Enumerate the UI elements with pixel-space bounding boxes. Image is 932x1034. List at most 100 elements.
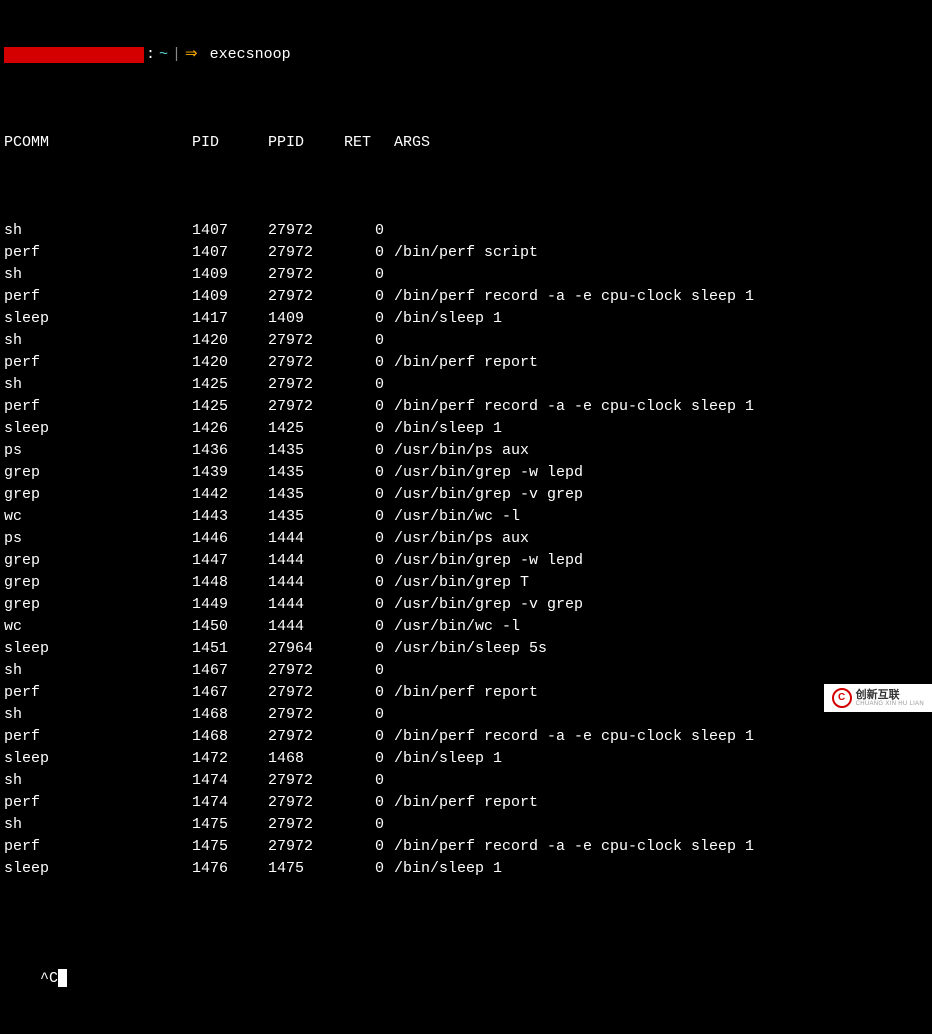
cell-pcomm: sleep	[4, 638, 192, 660]
cell-pid: 1474	[192, 792, 268, 814]
cell-pid: 1425	[192, 396, 268, 418]
cell-args: /bin/perf record -a -e cpu-clock sleep 1	[394, 836, 928, 858]
cell-ret: 0	[344, 440, 394, 462]
cell-pid: 1426	[192, 418, 268, 440]
cell-pid: 1472	[192, 748, 268, 770]
cell-ret: 0	[344, 308, 394, 330]
cell-ppid: 27972	[268, 814, 344, 836]
cell-ret: 0	[344, 220, 394, 242]
cell-pcomm: perf	[4, 242, 192, 264]
table-header: PCOMM PID PPID RET ARGS	[4, 132, 928, 154]
redacted-user-host: xxxxxxxxxxxx	[4, 47, 144, 63]
header-pid: PID	[192, 132, 268, 154]
cell-pid: 1449	[192, 594, 268, 616]
cell-ppid: 1435	[268, 506, 344, 528]
terminal-output[interactable]: xxxxxxxxxxxx : ~ | ⇒ execsnoop PCOMM PID…	[0, 0, 932, 1034]
cell-args	[394, 264, 928, 286]
cell-pcomm: sh	[4, 330, 192, 352]
cell-pid: 1425	[192, 374, 268, 396]
cell-pcomm: sh	[4, 704, 192, 726]
cell-args: /bin/sleep 1	[394, 418, 928, 440]
table-row: wc145014440/usr/bin/wc -l	[4, 616, 928, 638]
cell-ppid: 27972	[268, 836, 344, 858]
table-row: sleep142614250/bin/sleep 1	[4, 418, 928, 440]
cell-pcomm: perf	[4, 352, 192, 374]
prompt-pipe: |	[172, 44, 181, 66]
table-row: sh1407279720	[4, 220, 928, 242]
cell-pid: 1443	[192, 506, 268, 528]
cell-args: /usr/bin/grep -v grep	[394, 484, 928, 506]
cell-ppid: 1425	[268, 418, 344, 440]
cell-args: /bin/perf report	[394, 792, 928, 814]
table-row: sh1468279720	[4, 704, 928, 726]
cell-ret: 0	[344, 638, 394, 660]
table-row: sh1467279720	[4, 660, 928, 682]
cell-pcomm: wc	[4, 616, 192, 638]
cell-args: /usr/bin/grep -w lepd	[394, 462, 928, 484]
cell-ret: 0	[344, 836, 394, 858]
cell-ppid: 27972	[268, 264, 344, 286]
cell-ppid: 1444	[268, 528, 344, 550]
cell-pcomm: wc	[4, 506, 192, 528]
cell-args: /bin/sleep 1	[394, 308, 928, 330]
table-row: sleep1451279640/usr/bin/sleep 5s	[4, 638, 928, 660]
watermark-cn: 创新互联	[856, 690, 924, 701]
watermark: C 创新互联 CHUANG XIN HU LIAN	[824, 684, 932, 712]
cell-pcomm: sh	[4, 264, 192, 286]
cell-pcomm: perf	[4, 836, 192, 858]
cell-pid: 1417	[192, 308, 268, 330]
cell-pcomm: sleep	[4, 308, 192, 330]
cell-ppid: 1475	[268, 858, 344, 880]
cell-pcomm: grep	[4, 550, 192, 572]
cell-ret: 0	[344, 748, 394, 770]
cell-pcomm: perf	[4, 682, 192, 704]
watermark-logo-icon: C	[832, 688, 852, 708]
cell-args: /usr/bin/wc -l	[394, 506, 928, 528]
table-row: grep144814440/usr/bin/grep T	[4, 572, 928, 594]
cell-pid: 1409	[192, 286, 268, 308]
cell-pid: 1475	[192, 836, 268, 858]
table-row: ps144614440/usr/bin/ps aux	[4, 528, 928, 550]
table-row: perf1407279720/bin/perf script	[4, 242, 928, 264]
table-row: perf1467279720/bin/perf report	[4, 682, 928, 704]
cell-pcomm: grep	[4, 572, 192, 594]
table-row: sh1474279720	[4, 770, 928, 792]
cell-ppid: 27972	[268, 220, 344, 242]
cell-pcomm: perf	[4, 396, 192, 418]
cell-args: /usr/bin/grep -v grep	[394, 594, 928, 616]
cell-ppid: 27972	[268, 396, 344, 418]
cell-args	[394, 330, 928, 352]
cell-pid: 1409	[192, 264, 268, 286]
header-args: ARGS	[394, 132, 928, 154]
cell-pid: 1442	[192, 484, 268, 506]
interrupt-text: ^C	[40, 970, 58, 987]
cell-pcomm: grep	[4, 462, 192, 484]
cell-args: /bin/perf report	[394, 352, 928, 374]
cell-ppid: 1435	[268, 484, 344, 506]
cell-ppid: 27972	[268, 726, 344, 748]
cell-ppid: 1435	[268, 440, 344, 462]
cell-ret: 0	[344, 264, 394, 286]
table-row: perf1420279720/bin/perf report	[4, 352, 928, 374]
cell-ret: 0	[344, 572, 394, 594]
cell-ret: 0	[344, 858, 394, 880]
cell-ppid: 27972	[268, 374, 344, 396]
typed-command: execsnoop	[210, 44, 291, 66]
cell-ret: 0	[344, 616, 394, 638]
cell-args	[394, 374, 928, 396]
table-row: perf1468279720/bin/perf record -a -e cpu…	[4, 726, 928, 748]
cell-pid: 1407	[192, 220, 268, 242]
table-row: grep144214350/usr/bin/grep -v grep	[4, 484, 928, 506]
table-row: sh1475279720	[4, 814, 928, 836]
table-row: grep143914350/usr/bin/grep -w lepd	[4, 462, 928, 484]
table-row: sh1420279720	[4, 330, 928, 352]
prompt-arrow: ⇒	[185, 44, 198, 66]
cell-ret: 0	[344, 396, 394, 418]
cell-ret: 0	[344, 792, 394, 814]
table-row: sleep147614750/bin/sleep 1	[4, 858, 928, 880]
cell-ppid: 27972	[268, 704, 344, 726]
cell-pid: 1448	[192, 572, 268, 594]
table-row: perf1474279720/bin/perf report	[4, 792, 928, 814]
cell-pid: 1475	[192, 814, 268, 836]
cell-ppid: 27972	[268, 792, 344, 814]
